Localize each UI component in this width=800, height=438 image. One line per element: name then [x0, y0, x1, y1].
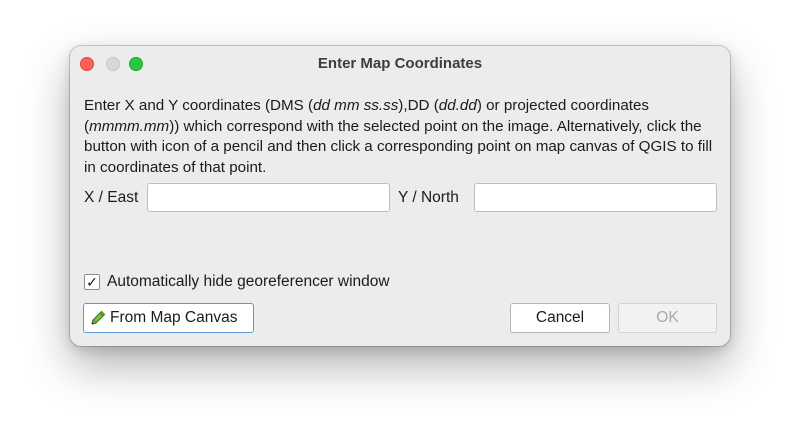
instructions-italic-dms: dd mm ss.ss — [313, 97, 399, 114]
y-north-label: Y / North — [398, 189, 459, 206]
enter-map-coordinates-dialog: Enter Map Coordinates Enter X and Y coor… — [70, 46, 730, 346]
from-map-canvas-button[interactable]: From Map Canvas — [83, 303, 254, 333]
auto-hide-label[interactable]: Automatically hide georeferencer window — [107, 273, 390, 291]
instructions-italic-projected: mmmm.mm — [89, 117, 170, 135]
instructions-part: Enter X and Y coordinates (DMS ( — [84, 97, 314, 114]
instructions-part: )) which correspond with the selected po… — [84, 117, 713, 176]
dialog-title: Enter Map Coordinates — [317, 55, 483, 72]
x-east-label: X / East — [84, 189, 139, 206]
instructions-part: ),DD ( — [398, 97, 439, 114]
from-map-canvas-label: From Map Canvas — [110, 309, 238, 326]
instructions-italic-dd: dd.dd — [438, 97, 477, 114]
cancel-button[interactable]: Cancel — [510, 303, 610, 333]
y-north-input[interactable] — [474, 183, 717, 212]
ok-button[interactable]: OK — [618, 303, 717, 333]
auto-hide-checkbox[interactable]: ✓ — [84, 274, 100, 290]
instructions-text: Enter X and Y coordinates (DMS (dd mm ss… — [84, 96, 724, 178]
title-bar[interactable]: Enter Map Coordinates — [70, 46, 730, 82]
x-east-input[interactable] — [147, 183, 390, 212]
pencil-icon — [91, 310, 106, 325]
